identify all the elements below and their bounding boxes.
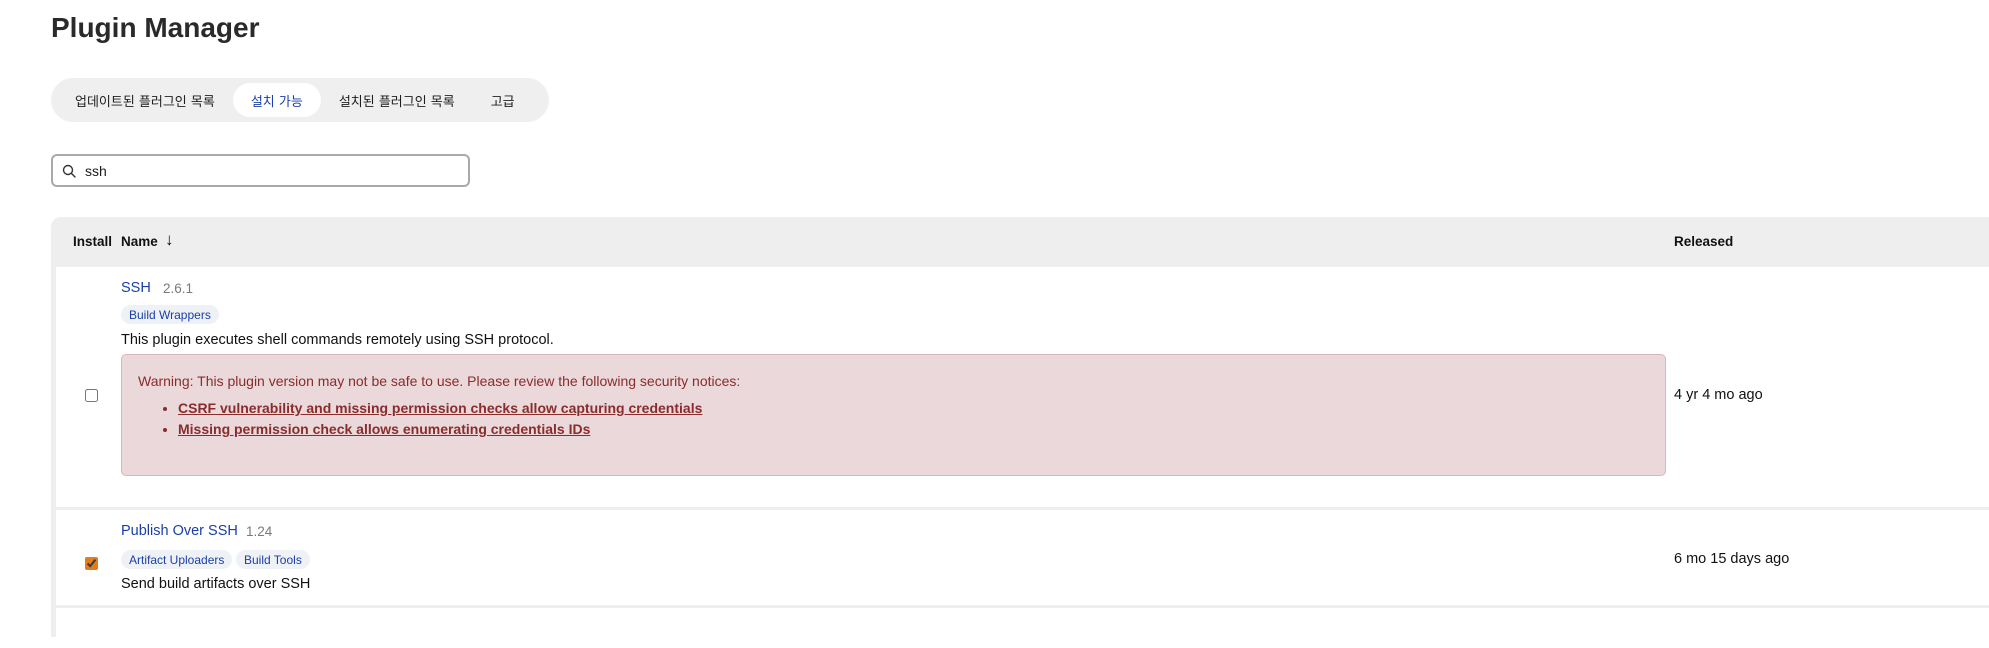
list-item: CSRF vulnerability and missing permissio…: [178, 400, 702, 416]
install-checkbox[interactable]: [85, 389, 98, 402]
plugin-version: 1.24: [246, 524, 273, 539]
security-notice-list: CSRF vulnerability and missing permissio…: [122, 400, 702, 442]
plugin-name-link[interactable]: Publish Over SSH: [121, 523, 238, 539]
plugin-name-link[interactable]: SSH: [121, 280, 151, 296]
plugin-version: 2.6.1: [163, 281, 194, 296]
plugin-description: This plugin executes shell commands remo…: [121, 332, 554, 348]
tab-installed[interactable]: 설치된 플러그인 목록: [321, 83, 473, 117]
security-notice-link[interactable]: Missing permission check allows enumerat…: [178, 421, 590, 437]
table-row: [56, 608, 1989, 648]
tab-bar: 업데이트된 플러그인 목록 설치 가능 설치된 플러그인 목록 고급: [51, 78, 549, 122]
column-header-name[interactable]: Name: [121, 234, 158, 249]
table-row: SSH 2.6.1 Build Wrappers This plugin exe…: [56, 267, 1989, 507]
warning-message: Warning: This plugin version may not be …: [138, 373, 741, 389]
column-header-released[interactable]: Released: [1674, 234, 1733, 249]
plugins-table: Install Name ↓ Released SSH 2.6.1 Build …: [51, 217, 1989, 648]
table-header: Install Name ↓ Released: [51, 217, 1989, 265]
category-tag[interactable]: Build Wrappers: [121, 305, 219, 324]
tab-advanced[interactable]: 고급: [473, 83, 533, 117]
page-title: Plugin Manager: [51, 12, 260, 43]
release-date: 6 mo 15 days ago: [1674, 551, 1790, 567]
category-tag[interactable]: Build Tools: [236, 550, 310, 569]
search-icon: [62, 164, 76, 178]
list-item: Missing permission check allows enumerat…: [178, 421, 702, 437]
security-notice-link[interactable]: CSRF vulnerability and missing permissio…: [178, 400, 702, 416]
search-box: [51, 154, 470, 187]
install-checkbox[interactable]: [85, 557, 98, 570]
security-warning: Warning: This plugin version may not be …: [121, 354, 1666, 476]
search-input[interactable]: [83, 161, 447, 180]
column-header-install[interactable]: Install: [73, 234, 112, 249]
category-tag[interactable]: Artifact Uploaders: [121, 550, 233, 569]
tab-available[interactable]: 설치 가능: [232, 83, 321, 117]
release-date: 4 yr 4 mo ago: [1674, 387, 1763, 403]
table-row: Publish Over SSH 1.24 Artifact Uploaders…: [56, 510, 1989, 605]
tab-updates[interactable]: 업데이트된 플러그인 목록: [57, 83, 233, 117]
sort-arrow-icon[interactable]: ↓: [165, 230, 174, 250]
plugin-description: Send build artifacts over SSH: [121, 576, 311, 592]
